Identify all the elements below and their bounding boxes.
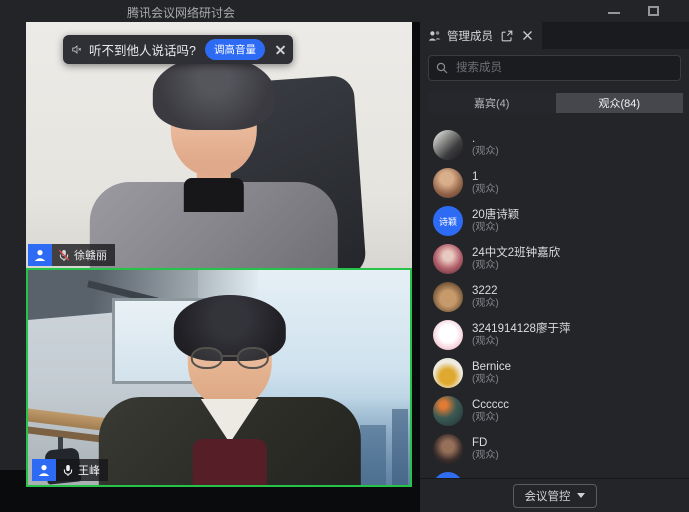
- muted-speaker-icon: [72, 43, 82, 56]
- panel-title: 管理成员: [447, 28, 494, 44]
- member-row[interactable]: 诗颖 20唐诗颖(观众): [420, 202, 689, 240]
- member-role: (观众): [472, 450, 499, 463]
- participant-role-badge: [32, 459, 56, 481]
- participant-video-man: [95, 295, 365, 485]
- meeting-control-button[interactable]: 会议管控: [513, 484, 597, 508]
- member-role: (观众): [472, 260, 560, 273]
- meeting-title: 腾讯会议网络研讨会: [0, 4, 362, 21]
- avatar: [433, 244, 463, 274]
- caret-down-icon: [577, 493, 585, 498]
- meeting-window: 腾讯会议网络研讨会: [0, 0, 689, 512]
- mic-muted-icon: [58, 249, 70, 262]
- members-group-icon: [428, 30, 441, 42]
- member-row[interactable]: .(观众): [420, 126, 689, 164]
- avatar: [433, 320, 463, 350]
- person-icon: [33, 248, 47, 262]
- member-row[interactable]: 3241914128廖于萍(观众): [420, 316, 689, 354]
- member-row[interactable]: Bernice(观众): [420, 354, 689, 392]
- participant-role-badge: [28, 244, 52, 266]
- member-role: (观众): [472, 412, 509, 425]
- members-panel: 管理成员: [420, 22, 689, 512]
- avatar: [433, 168, 463, 198]
- avatar: [433, 282, 463, 312]
- search-input[interactable]: [454, 61, 673, 75]
- panel-tab-strip: 管理成员: [420, 22, 689, 49]
- glasses-graphic: [191, 347, 269, 371]
- member-row[interactable]: 24中文2班钟嘉欣(观众): [420, 240, 689, 278]
- audience-tabs: 嘉宾(4) 观众(84): [428, 93, 683, 113]
- member-role: (观众): [472, 298, 499, 311]
- close-icon: [522, 30, 533, 41]
- member-role: (观众): [472, 374, 511, 387]
- avatar: [433, 130, 463, 160]
- audio-toast: 听不到他人说话吗? 调高音量: [63, 35, 293, 64]
- panel-close-button[interactable]: [520, 29, 534, 43]
- avatar: [433, 358, 463, 388]
- member-name: 24中文2班钟嘉欣: [472, 246, 560, 260]
- mic-on-icon: [62, 464, 74, 477]
- participant-video-woman: [84, 56, 344, 268]
- pop-out-button[interactable]: [500, 29, 514, 43]
- raise-volume-button[interactable]: 调高音量: [205, 39, 265, 60]
- minimize-icon: [608, 12, 620, 14]
- member-name: Cccccc: [472, 398, 509, 412]
- participant-name: 徐赣丽: [74, 247, 107, 263]
- member-row[interactable]: 3222(观众): [420, 278, 689, 316]
- member-list: .(观众) 1(观众) 诗颖 20唐诗颖(观众) 24中文2班钟嘉欣(观众) 3…: [420, 120, 689, 478]
- member-row[interactable]: FD(观众): [420, 430, 689, 468]
- avatar: [433, 396, 463, 426]
- tab-audience[interactable]: 观众(84): [556, 93, 684, 113]
- toast-close-button[interactable]: [274, 43, 284, 57]
- tab-guests[interactable]: 嘉宾(4): [428, 93, 556, 113]
- video-tile-wangfeng[interactable]: 王峰: [26, 268, 412, 487]
- panel-footer: 会议管控: [420, 478, 689, 512]
- name-tag: 王峰: [32, 459, 108, 481]
- person-icon: [37, 463, 51, 477]
- maximize-button[interactable]: [641, 0, 667, 22]
- member-name: 1: [472, 170, 499, 184]
- pop-out-icon: [501, 30, 513, 42]
- member-name: FD: [472, 436, 499, 450]
- member-role: (观众): [472, 184, 499, 197]
- manage-members-tab[interactable]: 管理成员: [420, 22, 542, 49]
- stage-side-gutter: [0, 22, 26, 470]
- member-role: (观众): [472, 146, 499, 159]
- member-row[interactable]: 1(观众): [420, 164, 689, 202]
- maximize-icon: [648, 6, 659, 16]
- member-name: 3241914128廖于萍: [472, 322, 570, 336]
- name-tag: 徐赣丽: [28, 244, 115, 266]
- video-stage: 徐赣丽: [0, 22, 420, 512]
- member-role: (观众): [472, 336, 570, 349]
- search-icon: [436, 62, 448, 74]
- avatar: [433, 434, 463, 464]
- meeting-control-label: 会议管控: [525, 488, 571, 504]
- participant-name: 王峰: [78, 462, 100, 478]
- member-name: .: [472, 132, 499, 146]
- avatar: 诗颖: [433, 206, 463, 236]
- member-name: 3222: [472, 284, 499, 298]
- member-role: (观众): [472, 222, 519, 235]
- toast-message: 听不到他人说话吗?: [89, 40, 196, 59]
- minimize-button[interactable]: [601, 0, 627, 22]
- member-row[interactable]: Cccccc(观众): [420, 392, 689, 430]
- member-name: 20唐诗颖: [472, 208, 519, 222]
- title-bar: 腾讯会议网络研讨会: [0, 0, 689, 22]
- member-search[interactable]: [428, 55, 681, 81]
- member-name: Bernice: [472, 360, 511, 374]
- member-row[interactable]: G: [420, 468, 689, 478]
